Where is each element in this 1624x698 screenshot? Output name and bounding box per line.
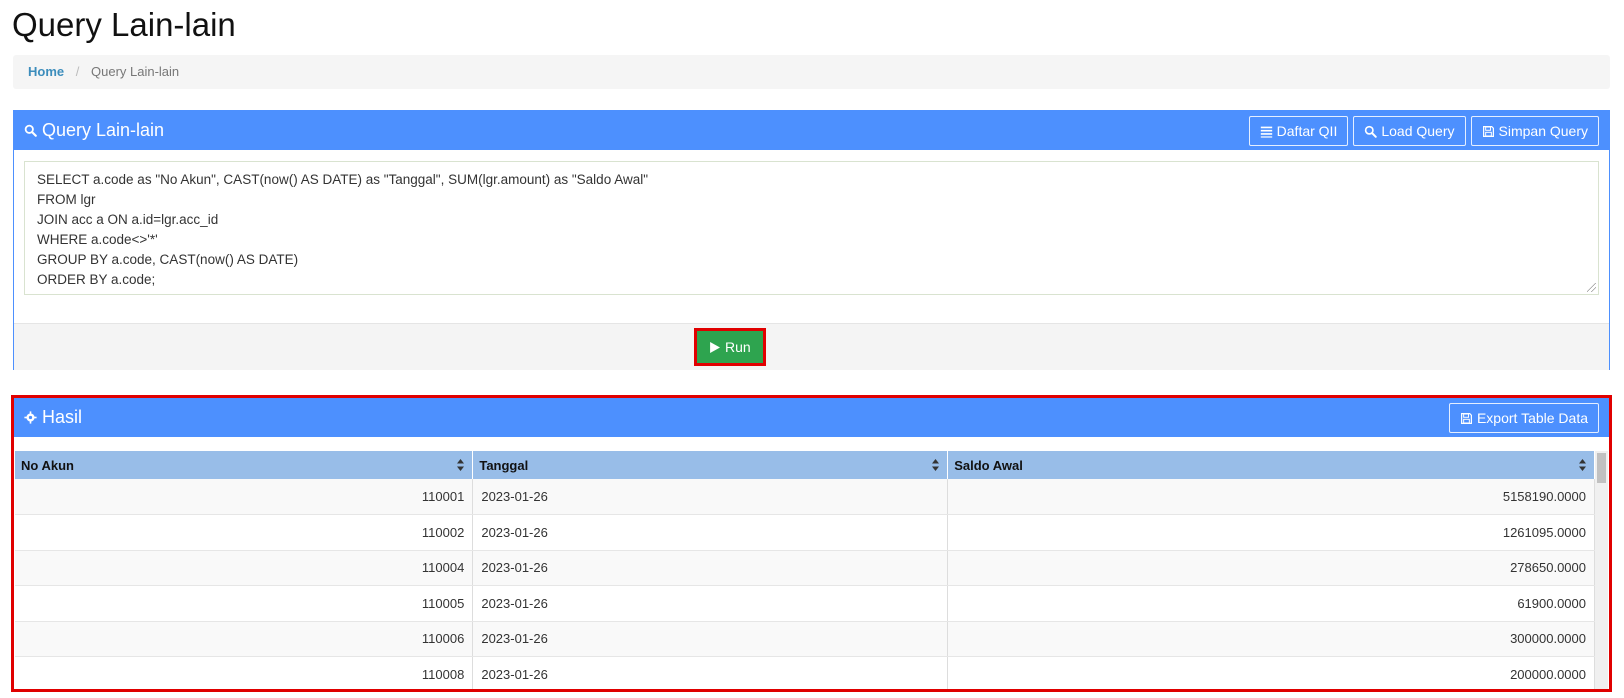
result-panel-title: Hasil xyxy=(24,398,82,437)
daftar-qii-label: Daftar QII xyxy=(1276,123,1338,139)
cell-tanggal: 2023-01-26 xyxy=(472,585,949,622)
load-query-button[interactable]: Load Query xyxy=(1353,116,1466,146)
column-header-saldo-awal[interactable]: Saldo Awal xyxy=(947,451,1595,479)
cell-no-akun: 110001 xyxy=(15,479,474,515)
cell-tanggal: 2023-01-26 xyxy=(472,656,949,689)
cell-tanggal: 2023-01-26 xyxy=(472,621,949,657)
table-row: 110002 2023-01-26 1261095.0000 xyxy=(15,514,1595,551)
search-icon xyxy=(1365,125,1378,138)
table-row: 110001 2023-01-26 5158190.0000 xyxy=(15,479,1595,515)
result-table: No Akun Tanggal Saldo Awal 110001 2023-0… xyxy=(15,451,1595,689)
gear-icon xyxy=(24,411,37,424)
table-row: 110005 2023-01-26 61900.0000 xyxy=(15,585,1595,622)
run-button[interactable]: Run xyxy=(697,331,763,363)
breadcrumb-home-link[interactable]: Home xyxy=(28,64,64,79)
sort-icon xyxy=(1579,459,1586,471)
table-header-row: No Akun Tanggal Saldo Awal xyxy=(15,451,1595,479)
export-table-data-label: Export Table Data xyxy=(1476,410,1588,426)
cell-saldo-awal: 200000.0000 xyxy=(947,656,1595,689)
table-vertical-scrollbar[interactable] xyxy=(1595,451,1608,689)
play-icon xyxy=(710,341,720,353)
cell-saldo-awal: 1261095.0000 xyxy=(947,514,1595,551)
cell-saldo-awal: 300000.0000 xyxy=(947,621,1595,657)
table-row: 110008 2023-01-26 200000.0000 xyxy=(15,656,1595,689)
simpan-query-label: Simpan Query xyxy=(1498,123,1588,139)
cell-no-akun: 110004 xyxy=(15,550,474,586)
result-panel-title-text: Hasil xyxy=(42,407,83,427)
run-button-label: Run xyxy=(725,339,751,355)
column-header-no-akun[interactable]: No Akun xyxy=(15,451,474,479)
cell-saldo-awal: 61900.0000 xyxy=(947,585,1595,622)
search-icon xyxy=(24,124,37,137)
table-row: 110006 2023-01-26 300000.0000 xyxy=(15,621,1595,657)
sort-icon xyxy=(457,459,465,471)
result-toolbar: Export Table Data xyxy=(1448,403,1599,433)
column-header-label: No Akun xyxy=(21,457,74,473)
floppy-disk-icon xyxy=(1482,125,1494,137)
result-table-container: No Akun Tanggal Saldo Awal 110001 2023-0… xyxy=(15,451,1608,689)
sql-line: JOIN acc a ON a.id=lgr.acc_id xyxy=(37,212,219,227)
cell-tanggal: 2023-01-26 xyxy=(472,514,949,551)
cell-saldo-awal: 5158190.0000 xyxy=(947,479,1595,515)
query-panel-header: Query Lain-lain Daftar QII Load Query Si… xyxy=(14,111,1609,150)
query-panel-footer: Run xyxy=(14,323,1609,370)
page-title: Query Lain-lain xyxy=(12,6,236,43)
breadcrumb-separator: / xyxy=(75,64,80,79)
sql-line: SELECT a.code as "No Akun", CAST(now() A… xyxy=(37,172,649,187)
scrollbar-thumb[interactable] xyxy=(1597,453,1606,483)
sort-icon xyxy=(932,459,940,471)
breadcrumb-current: Query Lain-lain xyxy=(91,64,180,79)
query-panel-title-text: Query Lain-lain xyxy=(42,120,165,140)
sql-line: ORDER BY a.code; xyxy=(37,272,156,287)
cell-tanggal: 2023-01-26 xyxy=(472,550,949,586)
sql-query-textarea[interactable]: SELECT a.code as "No Akun", CAST(now() A… xyxy=(24,161,1599,295)
breadcrumb: Home / Query Lain-lain xyxy=(13,55,1610,89)
floppy-disk-icon xyxy=(1460,412,1472,424)
daftar-qii-button[interactable]: Daftar QII xyxy=(1248,116,1349,146)
sql-line: GROUP BY a.code, CAST(now() AS DATE) xyxy=(37,252,299,267)
column-header-label: Saldo Awal xyxy=(954,457,1023,473)
table-row: 110004 2023-01-26 278650.0000 xyxy=(15,550,1595,586)
textarea-resize-handle[interactable] xyxy=(1587,283,1596,292)
sql-line: WHERE a.code<>'*' xyxy=(37,232,158,247)
column-header-tanggal[interactable]: Tanggal xyxy=(472,451,949,479)
query-toolbar: Daftar QII Load Query Simpan Query xyxy=(1248,116,1599,146)
query-panel: Query Lain-lain Daftar QII Load Query Si… xyxy=(13,110,1610,370)
result-panel-header: Hasil Export Table Data xyxy=(14,398,1609,437)
cell-no-akun: 110005 xyxy=(15,585,474,622)
cell-saldo-awal: 278650.0000 xyxy=(947,550,1595,586)
column-header-label: Tanggal xyxy=(479,457,529,473)
cell-tanggal: 2023-01-26 xyxy=(472,479,949,515)
export-table-data-button[interactable]: Export Table Data xyxy=(1448,403,1599,433)
cell-no-akun: 110006 xyxy=(15,621,474,657)
result-panel: Hasil Export Table Data No Akun Tanggal … xyxy=(13,397,1610,690)
cell-no-akun: 110008 xyxy=(15,656,474,689)
cell-no-akun: 110002 xyxy=(15,514,474,551)
run-button-highlight: Run xyxy=(694,328,766,366)
sql-line: FROM lgr xyxy=(37,192,96,207)
query-panel-title: Query Lain-lain xyxy=(24,111,164,150)
load-query-label: Load Query xyxy=(1381,123,1455,139)
simpan-query-button[interactable]: Simpan Query xyxy=(1470,116,1599,146)
list-icon xyxy=(1260,126,1272,138)
